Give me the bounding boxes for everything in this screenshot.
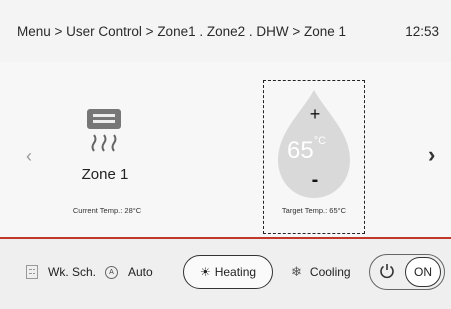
- zone-name: Zone 1: [81, 166, 129, 183]
- snowflake-icon: ❄: [291, 264, 302, 279]
- chevron-left-icon[interactable]: ‹: [26, 146, 32, 167]
- header: Menu > User Control > Zone1 . Zone2 . DH…: [0, 0, 451, 62]
- power-icon[interactable]: [377, 261, 397, 281]
- target-temp-label: Target Temp.: 65°C: [281, 206, 347, 215]
- auto-mode-label: Auto: [128, 265, 153, 279]
- screen: Menu > User Control > Zone1 . Zone2 . DH…: [0, 0, 451, 309]
- on-button[interactable]: ON: [405, 257, 441, 287]
- heating-mode-label: Heating: [214, 265, 257, 279]
- decrease-temp-button[interactable]: -: [303, 169, 327, 192]
- auto-mode-button[interactable]: A Auto: [105, 255, 153, 289]
- mode-bar: Wk. Sch. A Auto ☀ Heating ❄ Cooling ON: [0, 239, 451, 309]
- chevron-right-icon[interactable]: ›: [428, 142, 435, 168]
- sun-icon: ☀: [199, 265, 211, 279]
- current-temp-label: Current Temp.: 28°C: [72, 206, 142, 215]
- power-toggle[interactable]: ON: [369, 254, 445, 290]
- zone-panel: ‹ › Zone 1 Current Temp.: 28°C + 65°C - …: [0, 62, 451, 237]
- heater-icon: [87, 109, 121, 152]
- cooling-mode-label: Cooling: [309, 265, 351, 279]
- increase-temp-button[interactable]: +: [303, 104, 327, 125]
- heating-mode-button[interactable]: ☀ Heating: [183, 255, 273, 289]
- target-temp-value: 65°C: [287, 135, 327, 165]
- clock: 12:53: [405, 23, 439, 39]
- auto-icon: A: [105, 265, 118, 279]
- target-temp-unit: °C: [313, 135, 327, 147]
- weekly-schedule-button[interactable]: Wk. Sch.: [26, 255, 96, 289]
- schedule-icon: [26, 265, 38, 279]
- breadcrumb[interactable]: Menu > User Control > Zone1 . Zone2 . DH…: [17, 24, 346, 39]
- target-temp-number: 65: [287, 137, 314, 164]
- weekly-schedule-label: Wk. Sch.: [48, 265, 97, 279]
- cooling-mode-button[interactable]: ❄ Cooling: [291, 255, 351, 289]
